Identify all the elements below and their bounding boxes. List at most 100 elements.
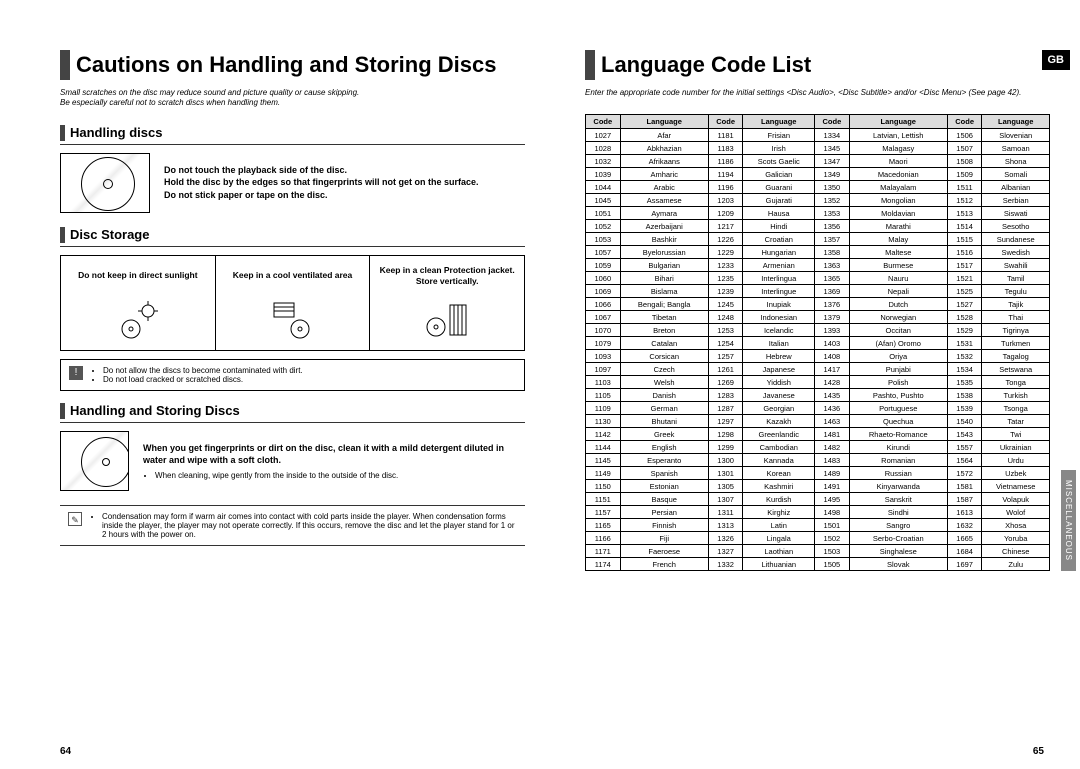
cell-code: 1307 [708, 493, 743, 506]
sub-disc-storage: Disc Storage [60, 227, 525, 247]
cell-code: 1044 [586, 181, 621, 194]
table-row: 1150Estonian1305Kashmiri1491Kinyarwanda1… [586, 480, 1050, 493]
cell-lang: Bihari [620, 272, 708, 285]
cell-code: 1539 [947, 402, 982, 415]
cell-code: 1516 [947, 246, 982, 259]
cell-lang: Guarani [743, 181, 815, 194]
cell-lang: Bhutani [620, 415, 708, 428]
cell-code: 1347 [815, 155, 850, 168]
cell-code: 1183 [708, 142, 743, 155]
table-row: 1105Danish1283Javanese1435Pashto, Pushto… [586, 389, 1050, 402]
table-row: 1145Esperanto1300Kannada1483Romanian1564… [586, 454, 1050, 467]
cell-lang: Interlingue [743, 285, 815, 298]
right-page: GB Language Code List Enter the appropri… [575, 50, 1050, 571]
cell-code: 1311 [708, 506, 743, 519]
cell-code: 1142 [586, 428, 621, 441]
cell-lang: Bislama [620, 285, 708, 298]
cell-code: 1482 [815, 441, 850, 454]
cell-lang: Portuguese [849, 402, 947, 415]
cell-lang: Serbian [982, 194, 1050, 207]
cell-lang: Sesotho [982, 220, 1050, 233]
table-row: 1044Arabic1196Guarani1350Malayalam1511Al… [586, 181, 1050, 194]
cell-lang: Aymara [620, 207, 708, 220]
cell-code: 1369 [815, 285, 850, 298]
cell-lang: Kirghiz [743, 506, 815, 519]
cell-lang: English [620, 441, 708, 454]
jacket-illustration [376, 296, 518, 344]
cell-code: 1149 [586, 467, 621, 480]
cell-lang: Basque [620, 493, 708, 506]
cell-code: 1057 [586, 246, 621, 259]
cell-lang: Kazakh [743, 415, 815, 428]
cell-code: 1376 [815, 298, 850, 311]
cell-lang: Tigrinya [982, 324, 1050, 337]
left-intro: Small scratches on the disc may reduce s… [60, 88, 525, 109]
page-number-left: 64 [60, 746, 71, 757]
cell-lang: Serbo-Croatian [849, 532, 947, 545]
cell-code: 1684 [947, 545, 982, 558]
cell-code: 1513 [947, 207, 982, 220]
cell-lang: Tegulu [982, 285, 1050, 298]
cell-lang: Cambodian [743, 441, 815, 454]
cell-code: 1203 [708, 194, 743, 207]
section-tab: MISCELLANEOUS [1061, 470, 1076, 571]
cell-code: 1196 [708, 181, 743, 194]
cell-code: 1527 [947, 298, 982, 311]
cell-lang: Spanish [620, 467, 708, 480]
cell-code: 1327 [708, 545, 743, 558]
cell-code: 1045 [586, 194, 621, 207]
cell-lang: Hausa [743, 207, 815, 220]
cell-code: 1051 [586, 207, 621, 220]
cell-code: 1028 [586, 142, 621, 155]
cell-code: 1587 [947, 493, 982, 506]
cell-lang: Hebrew [743, 350, 815, 363]
cell-code: 1093 [586, 350, 621, 363]
handling-line: Do not touch the playback side of the di… [164, 164, 479, 177]
th-code: Code [586, 115, 621, 129]
cell-lang: Finnish [620, 519, 708, 532]
th-lang: Language [620, 115, 708, 129]
cell-code: 1097 [586, 363, 621, 376]
cell-lang: Azerbaijani [620, 220, 708, 233]
cell-code: 1363 [815, 259, 850, 272]
cell-code: 1581 [947, 480, 982, 493]
cell-code: 1297 [708, 415, 743, 428]
table-row: 1032Afrikaans1186Scots Gaelic1347Maori15… [586, 155, 1050, 168]
ventilated-illustration [222, 296, 364, 344]
cell-code: 1491 [815, 480, 850, 493]
cell-code: 1253 [708, 324, 743, 337]
cell-lang: Yoruba [982, 532, 1050, 545]
cell-code: 1226 [708, 233, 743, 246]
sub-accent [60, 227, 65, 243]
cell-lang: Occitan [849, 324, 947, 337]
th-lang: Language [743, 115, 815, 129]
cleaning-row: When you get fingerprints or dirt on the… [60, 431, 525, 491]
cell-code: 1511 [947, 181, 982, 194]
cell-lang: Swahili [982, 259, 1050, 272]
cell-lang: Frisian [743, 129, 815, 142]
cell-code: 1334 [815, 129, 850, 142]
cell-lang: Wolof [982, 506, 1050, 519]
cell-lang: Malayalam [849, 181, 947, 194]
cell-code: 1512 [947, 194, 982, 207]
cell-lang: Irish [743, 142, 815, 155]
cell-lang: Afrikaans [620, 155, 708, 168]
title-accent-bar [60, 50, 70, 80]
cell-lang: Punjabi [849, 363, 947, 376]
cell-lang: Russian [849, 467, 947, 480]
table-row: 1028Abkhazian1183Irish1345Malagasy1507Sa… [586, 142, 1050, 155]
clean-bullet: When cleaning, wipe gently from the insi… [155, 471, 525, 480]
cell-lang: Armenian [743, 259, 815, 272]
cell-code: 1166 [586, 532, 621, 545]
cell-lang: Korean [743, 467, 815, 480]
sunlight-illustration [67, 296, 209, 344]
cell-code: 1298 [708, 428, 743, 441]
cell-code: 1352 [815, 194, 850, 207]
cell-lang: Albanian [982, 181, 1050, 194]
cell-code: 1070 [586, 324, 621, 337]
cell-lang: Hungarian [743, 246, 815, 259]
cell-lang: Chinese [982, 545, 1050, 558]
cell-code: 1509 [947, 168, 982, 181]
exclaim-icon: ! [69, 366, 83, 380]
cell-lang: Greenlandic [743, 428, 815, 441]
